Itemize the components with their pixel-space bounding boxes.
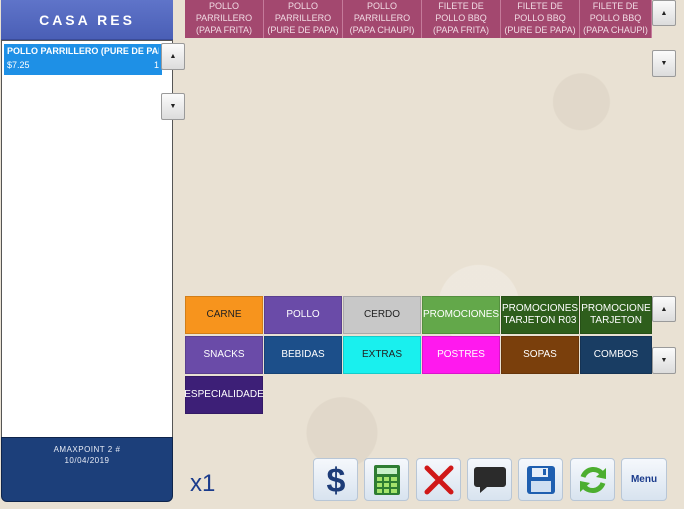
cancel-button[interactable] (416, 458, 461, 501)
close-icon (424, 465, 453, 494)
comment-button[interactable] (467, 458, 512, 501)
refresh-button[interactable] (570, 458, 615, 501)
terminal-info: AMAXPOINT 2 # 10/04/2019 (1, 437, 173, 502)
product-button[interactable]: FILETE DE POLLO BBQ (PAPA CHAUPI) (580, 0, 652, 38)
category-button-bebidas[interactable]: BEBIDAS (264, 336, 342, 374)
menu-button[interactable]: Menu (621, 458, 667, 501)
product-button[interactable]: POLLO PARRILLERO (PURE DE PAPA) (264, 0, 343, 38)
save-icon (526, 465, 555, 494)
order-list[interactable]: POLLO PARRILLERO (PURE DE PAPA) $7.25 1 … (1, 40, 185, 438)
quantity-multiplier: x1 (190, 470, 216, 497)
category-button-promocione-tarjeton[interactable]: PROMOCIONE TARJETON (580, 296, 652, 334)
app-title: CASA RES (1, 0, 173, 40)
category-button-promociones-tarjeton-r03[interactable]: PROMOCIONES TARJETON R03 (501, 296, 579, 334)
category-button-combos[interactable]: COMBOS (580, 336, 652, 374)
product-button[interactable]: FILETE DE POLLO BBQ (PURE DE PAPA) (501, 0, 580, 38)
categories-scroll-up-button[interactable]: ▲ (652, 296, 676, 322)
order-item-qty: 1 (153, 60, 159, 70)
order-scroll-up-button[interactable]: ▲ (161, 43, 185, 70)
triangle-up-icon: ▲ (660, 9, 668, 17)
menu-button-label: Menu (630, 474, 658, 485)
category-button-promociones[interactable]: PROMOCIONES (422, 296, 500, 334)
svg-text:$: $ (326, 462, 345, 498)
category-button-extras[interactable]: EXTRAS (343, 336, 421, 374)
terminal-date: 10/04/2019 (64, 456, 110, 465)
products-scroll-down-button[interactable]: ▼ (652, 50, 676, 77)
dollar-icon: $ (326, 462, 345, 498)
triangle-up-icon: ▲ (660, 305, 668, 313)
product-button[interactable]: POLLO PARRILLERO (PAPA CHAUPI) (343, 0, 422, 38)
category-button-postres[interactable]: POSTRES (422, 336, 500, 374)
triangle-down-icon: ▼ (660, 60, 668, 67)
triangle-up-icon: ▲ (169, 53, 177, 60)
comment-icon (473, 466, 506, 493)
category-button-cerdo[interactable]: CERDO (343, 296, 421, 334)
category-button-sopas[interactable]: SOPAS (501, 336, 579, 374)
order-item-price: $7.25 (7, 60, 30, 70)
order-item-name: POLLO PARRILLERO (PURE DE PAPA) (7, 46, 159, 56)
save-button[interactable] (518, 458, 563, 501)
order-scroll-down-button[interactable]: ▼ (161, 93, 185, 120)
terminal-name: AMAXPOINT 2 # (53, 445, 121, 454)
order-item[interactable]: POLLO PARRILLERO (PURE DE PAPA) $7.25 1 (4, 44, 162, 75)
product-button[interactable]: FILETE DE POLLO BBQ (PAPA FRITA) (422, 0, 501, 38)
category-button-snacks[interactable]: SNACKS (185, 336, 263, 374)
left-panel: CASA RES POLLO PARRILLERO (PURE DE PAPA)… (0, 0, 185, 509)
triangle-down-icon: ▼ (660, 357, 668, 364)
payment-button[interactable]: $ (313, 458, 358, 501)
category-button-especialidade[interactable]: ESPECIALIDADE (184, 376, 264, 414)
triangle-down-icon: ▼ (169, 103, 177, 110)
categories-scroll-down-button[interactable]: ▼ (652, 347, 676, 374)
products-scroll-up-button[interactable]: ▲ (652, 0, 676, 26)
refresh-icon (579, 466, 606, 493)
product-button[interactable]: POLLO PARRILLERO (PAPA FRITA) (185, 0, 264, 38)
category-button-pollo[interactable]: POLLO (264, 296, 342, 334)
calculator-icon (373, 464, 400, 495)
category-button-carne[interactable]: CARNE (185, 296, 263, 334)
calculator-button[interactable] (364, 458, 409, 501)
